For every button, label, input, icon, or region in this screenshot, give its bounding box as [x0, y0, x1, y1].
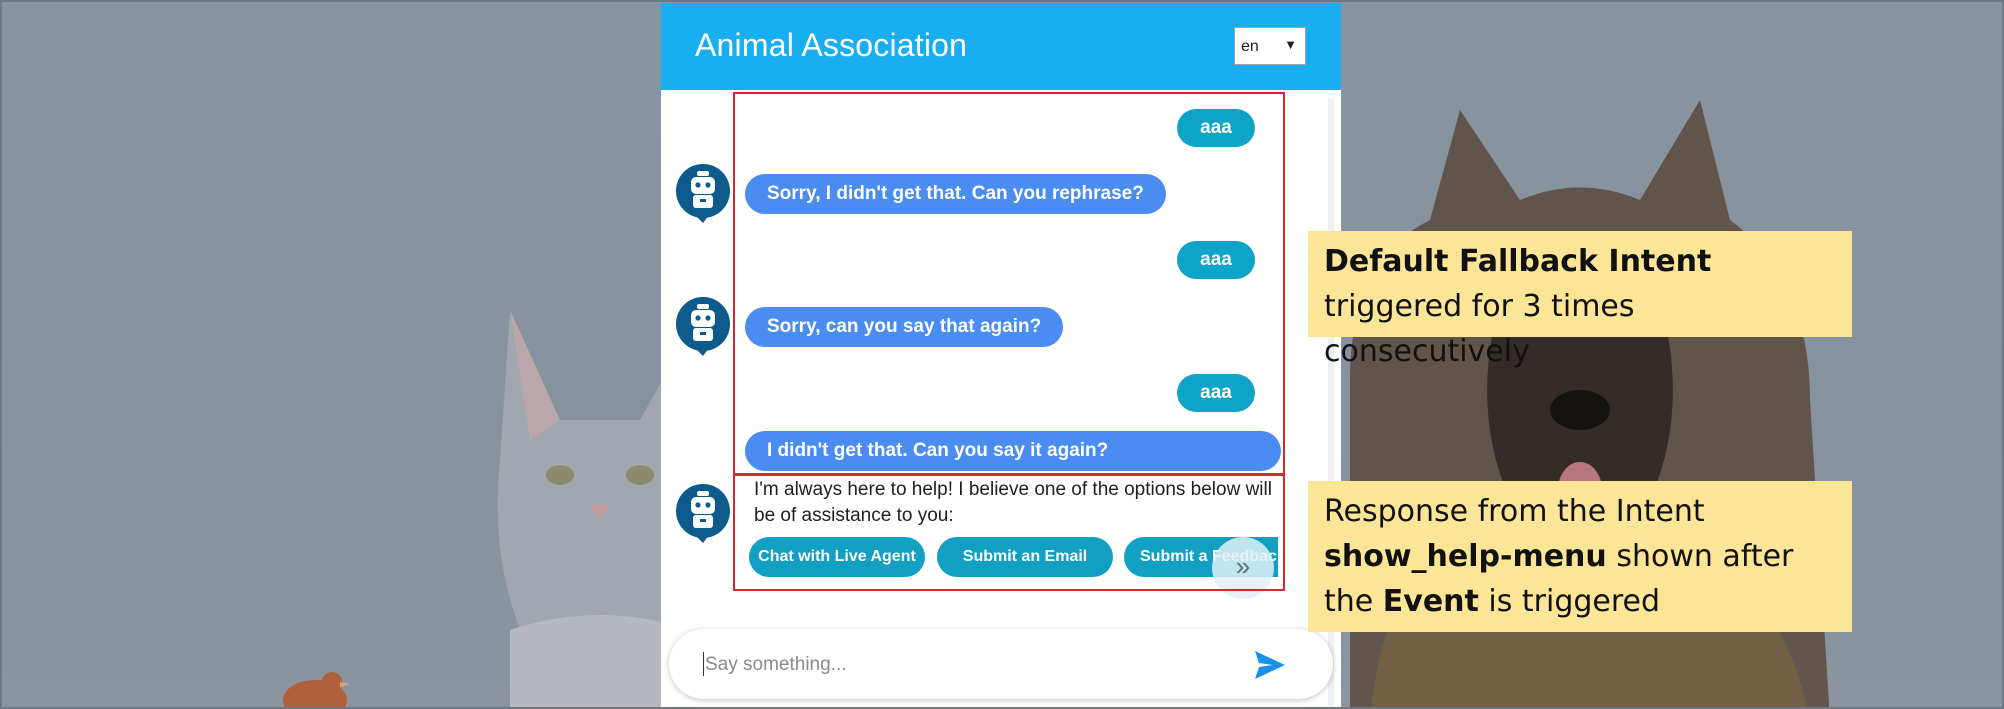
text-cursor	[703, 652, 704, 676]
response-annotation-intent: show_help-menu	[1324, 539, 1607, 574]
response-annotation-part1: Response from the Intent	[1324, 494, 1705, 529]
message-input[interactable]: Say something...	[705, 654, 847, 676]
response-annotation-part3: is triggered	[1478, 584, 1661, 619]
response-annotation: Response from the Intent show_help-menu …	[1308, 481, 1852, 632]
fallback-annotation: Default Fallback Intent triggered for 3 …	[1308, 231, 1852, 369]
bird-background-image	[283, 672, 350, 709]
help-menu-highlight-box	[733, 474, 1285, 591]
fallback-highlight-box	[733, 92, 1285, 475]
send-icon[interactable]	[1253, 649, 1287, 681]
caret-down-icon: ▼	[1284, 37, 1297, 52]
message-input-bar: Say something...	[669, 629, 1333, 699]
fallback-annotation-bold: Default Fallback Intent	[1324, 244, 1712, 279]
response-annotation-event: Event	[1382, 584, 1479, 619]
